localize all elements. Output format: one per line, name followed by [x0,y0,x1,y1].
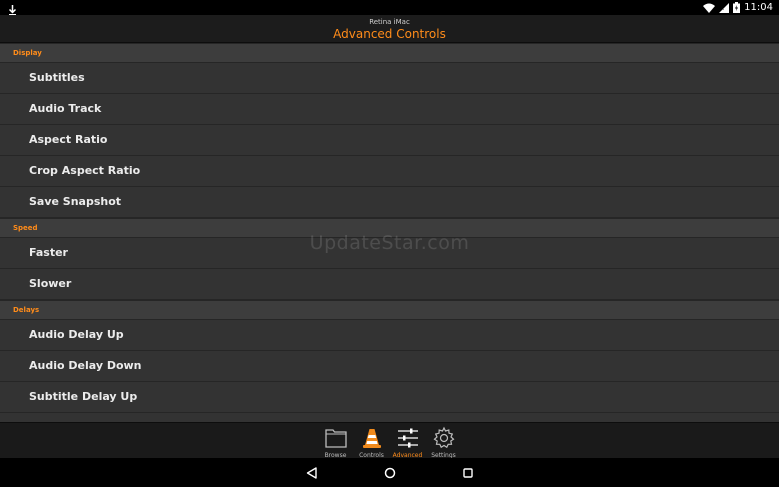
list-item-audio-delay-up[interactable]: Audio Delay Up [0,320,779,351]
back-triangle-icon [306,466,317,479]
list-item-subtitles[interactable]: Subtitles [0,63,779,94]
tab-settings[interactable]: Settings [426,423,462,459]
list-item-subtitle-delay-up[interactable]: Subtitle Delay Up [0,382,779,413]
list-item-slower[interactable]: Slower [0,269,779,300]
recents-square-icon [462,467,473,478]
page-title: Advanced Controls [333,27,446,41]
tab-advanced[interactable]: Advanced [390,423,426,459]
status-time: 11:04 [744,2,773,13]
list-item-audio-track[interactable]: Audio Track [0,94,779,125]
tab-browse[interactable]: Browse [318,423,354,459]
folder-icon [324,429,347,448]
app-header: Retina iMac Advanced Controls [0,15,779,43]
system-navigation-bar [0,458,779,487]
list-item-partial[interactable] [0,413,779,422]
sliders-icon [397,428,418,448]
list-item-crop-aspect-ratio[interactable]: Crop Aspect Ratio [0,156,779,187]
section-header-speed: Speed [0,218,779,238]
list-item-audio-delay-down[interactable]: Audio Delay Down [0,351,779,382]
section-header-display: Display [0,43,779,63]
status-bar: x 11:04 [0,0,779,16]
recents-button[interactable] [460,465,476,481]
vlc-cone-icon [362,429,381,448]
home-circle-icon [384,467,395,478]
list-item-save-snapshot[interactable]: Save Snapshot [0,187,779,218]
list-item-faster[interactable]: Faster [0,238,779,269]
list-item-aspect-ratio[interactable]: Aspect Ratio [0,125,779,156]
bottom-tab-bar: Browse Controls Advanced Settings [0,422,779,459]
section-header-delays: Delays [0,300,779,320]
controls-list[interactable]: Display Subtitles Audio Track Aspect Rat… [0,43,779,422]
back-button[interactable] [304,465,320,481]
gear-icon [433,426,454,449]
tab-controls[interactable]: Controls [354,423,390,459]
device-name: Retina iMac [369,18,410,26]
svg-text:x: x [721,6,724,12]
home-button[interactable] [382,465,398,481]
